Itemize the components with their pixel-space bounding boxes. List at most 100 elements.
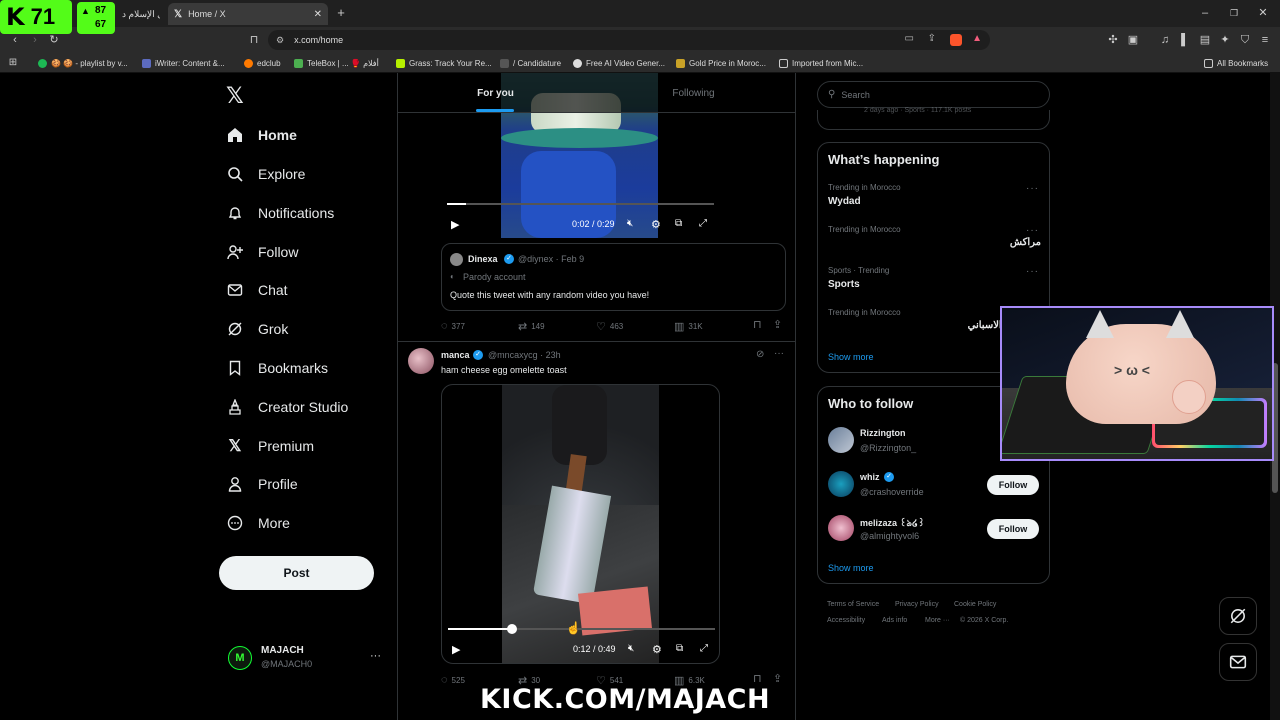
browser-tab-1[interactable]: هل الإسلام د [116, 3, 166, 25]
account-switcher[interactable]: M MAJACH @MAJACH0 ··· [228, 642, 388, 674]
share-button[interactable]: ⇪ [773, 318, 786, 331]
nav-follow[interactable]: Follow [226, 239, 298, 265]
brave-shield-icon[interactable] [950, 34, 962, 46]
mute-icon[interactable]: 🔇︎ [628, 643, 634, 654]
post-more-icon[interactable]: ··· [774, 348, 784, 359]
post-button[interactable]: Post [219, 556, 374, 590]
nav-profile[interactable]: Profile [226, 471, 298, 497]
nav-bookmarks[interactable]: Bookmarks [226, 355, 328, 381]
fullscreen-icon[interactable]: ⤢ [699, 218, 707, 229]
footer-terms[interactable]: Terms of Service [827, 601, 879, 608]
vpn-icon[interactable]: ⛉ [1238, 33, 1252, 47]
nav-home[interactable]: Home [226, 122, 297, 148]
search-input[interactable]: ⚲ Search [817, 81, 1050, 108]
brave-rewards-icon[interactable]: ▲ [972, 33, 982, 44]
repost-button[interactable]: ⇄ 149 [518, 320, 545, 333]
bookmark-imported[interactable]: Imported from Mic... [779, 56, 863, 70]
nav-explore[interactable]: Explore [226, 161, 305, 187]
minimize-icon[interactable]: – [1198, 6, 1212, 20]
bookmark-page-icon[interactable]: ⊓ [247, 33, 261, 47]
footer-more[interactable]: More ··· [925, 617, 950, 624]
trend-item[interactable]: Sports · Trending Sports ··· [818, 264, 1051, 304]
trend-more-icon[interactable]: ··· [1026, 266, 1039, 277]
address-bar[interactable]: ⚙ x.com/home ▲ ▭ ⇪ [268, 30, 990, 50]
grok-explain-icon[interactable]: ⊘ [756, 349, 764, 360]
play-icon[interactable]: ▶ [452, 643, 460, 656]
post2-author-name[interactable]: manca [441, 350, 470, 360]
close-window-icon[interactable]: ✕ [1256, 6, 1270, 20]
play-icon[interactable]: ▶ [451, 218, 459, 231]
reload-icon[interactable]: ↻ [47, 33, 61, 47]
bookmark-ai-video[interactable]: Free AI Video Gener... [573, 56, 665, 70]
screenshot-icon[interactable]: ▣ [1126, 33, 1140, 47]
all-bookmarks[interactable]: All Bookmarks [1204, 56, 1268, 70]
forward-icon[interactable]: › [28, 33, 42, 47]
footer-cookie[interactable]: Cookie Policy [954, 601, 996, 608]
settings-icon[interactable]: ⚙ [651, 218, 661, 231]
tab-for-you[interactable]: For you [398, 73, 593, 113]
post2-video[interactable]: ▶ 0:12 / 0:49 🔇︎ ⚙ ⧉ ⤢ ☝ [441, 384, 720, 664]
site-info-icon[interactable]: ⚙ [276, 35, 284, 46]
avatar[interactable] [408, 348, 434, 374]
bookmark-candidature[interactable]: / Candidature [500, 56, 561, 70]
quoted-tweet[interactable]: Dinexa ✓ @diynex · Feb 9 ◐ Parody accoun… [441, 243, 786, 311]
trend-item[interactable]: Trending in Morocco Wydad ··· [818, 181, 1051, 221]
messages-floating-button[interactable] [1219, 643, 1257, 681]
reply-button[interactable]: ◌ 525 [441, 674, 465, 686]
bookmark-gold-price[interactable]: Gold Price in Moroc... [676, 56, 766, 70]
close-tab-icon[interactable]: ✕ [314, 9, 322, 20]
nav-notifications[interactable]: Notifications [226, 200, 334, 226]
footer-accessibility[interactable]: Accessibility [827, 617, 865, 624]
settings-icon[interactable]: ⚙ [652, 643, 662, 656]
tab-following[interactable]: Following [596, 73, 791, 113]
follow-suggestion[interactable]: whiz ✓ @crashoverride Follow [818, 467, 1051, 507]
account-more-icon[interactable]: ··· [370, 650, 381, 662]
mute-icon[interactable]: 🔇︎ [627, 218, 633, 229]
back-icon[interactable]: ‹ [8, 33, 22, 47]
bookmark-iwriter[interactable]: iWriter: Content &... [142, 56, 225, 70]
follow-suggestion[interactable]: melizaza ꒰ঌ໒꒱ @almightyvol6 Follow [818, 511, 1051, 551]
nav-creator-studio[interactable]: Creator Studio [226, 394, 348, 420]
bookmark-grass[interactable]: Grass: Track Your Re... [396, 56, 492, 70]
bookmark-telebox[interactable]: TeleBox | ... 🥊 أفلام [294, 56, 379, 70]
apps-grid-icon[interactable]: ⊞ [6, 56, 20, 70]
nav-more[interactable]: More [226, 510, 290, 536]
menu-icon[interactable]: ≡ [1258, 33, 1272, 47]
extensions-icon[interactable]: ✣ [1106, 33, 1120, 47]
restore-icon[interactable]: ❐ [1227, 6, 1241, 20]
footer-privacy[interactable]: Privacy Policy [895, 601, 939, 608]
leo-ai-icon[interactable]: ✦ [1218, 33, 1232, 47]
reply-button[interactable]: ◌ 377 [441, 320, 465, 332]
grok-floating-button[interactable] [1219, 597, 1257, 635]
bookmark-edclub[interactable]: edclub [244, 56, 281, 70]
browser-tab-active[interactable]: 𝕏 Home / X ✕ [168, 3, 328, 25]
show-more-link[interactable]: Show more [828, 352, 874, 362]
footer-ads-info[interactable]: Ads info [882, 617, 907, 624]
video-progress-track[interactable] [447, 203, 714, 205]
bookmark-button[interactable]: ⊓ [753, 318, 766, 331]
wallet-icon[interactable]: ▤ [1198, 33, 1212, 47]
share-icon[interactable]: ⇪ [928, 33, 936, 44]
views-button[interactable]: ▥ 31K [674, 320, 703, 333]
x-logo-icon[interactable]: 𝕏 [226, 84, 244, 109]
trend-more-icon[interactable]: ··· [1026, 225, 1039, 236]
show-more-link[interactable]: Show more [828, 563, 874, 573]
pip-icon[interactable]: ⧉ [675, 218, 682, 229]
sidebar-icon[interactable]: ▌ [1178, 33, 1192, 47]
bookmark-playlist[interactable]: 🍪 🍪 - playlist by v... [38, 56, 128, 70]
browser-tab-bar: K 71 ▲ 87 67 هل الإسلام د 𝕏 Home / X ✕ +… [0, 0, 1280, 34]
nav-grok[interactable]: Grok [226, 316, 288, 342]
fullscreen-icon[interactable]: ⤢ [700, 643, 708, 654]
cast-icon[interactable]: ▭ [905, 33, 914, 44]
nav-chat[interactable]: Chat [226, 277, 288, 303]
follow-button[interactable]: Follow [987, 519, 1039, 539]
trend-more-icon[interactable]: ··· [1026, 183, 1039, 194]
nav-premium[interactable]: 𝕏 Premium [226, 433, 314, 459]
media-icon[interactable]: ♫ [1158, 33, 1172, 47]
new-tab-button[interactable]: + [334, 6, 348, 20]
follow-button[interactable]: Follow [987, 475, 1039, 495]
like-button[interactable]: ♡ 463 [596, 320, 623, 333]
pip-icon[interactable]: ⧉ [676, 643, 683, 654]
trend-item[interactable]: Trending in Morocco مراكش ··· [818, 223, 1051, 263]
share-button[interactable]: ⇪ [773, 672, 786, 685]
